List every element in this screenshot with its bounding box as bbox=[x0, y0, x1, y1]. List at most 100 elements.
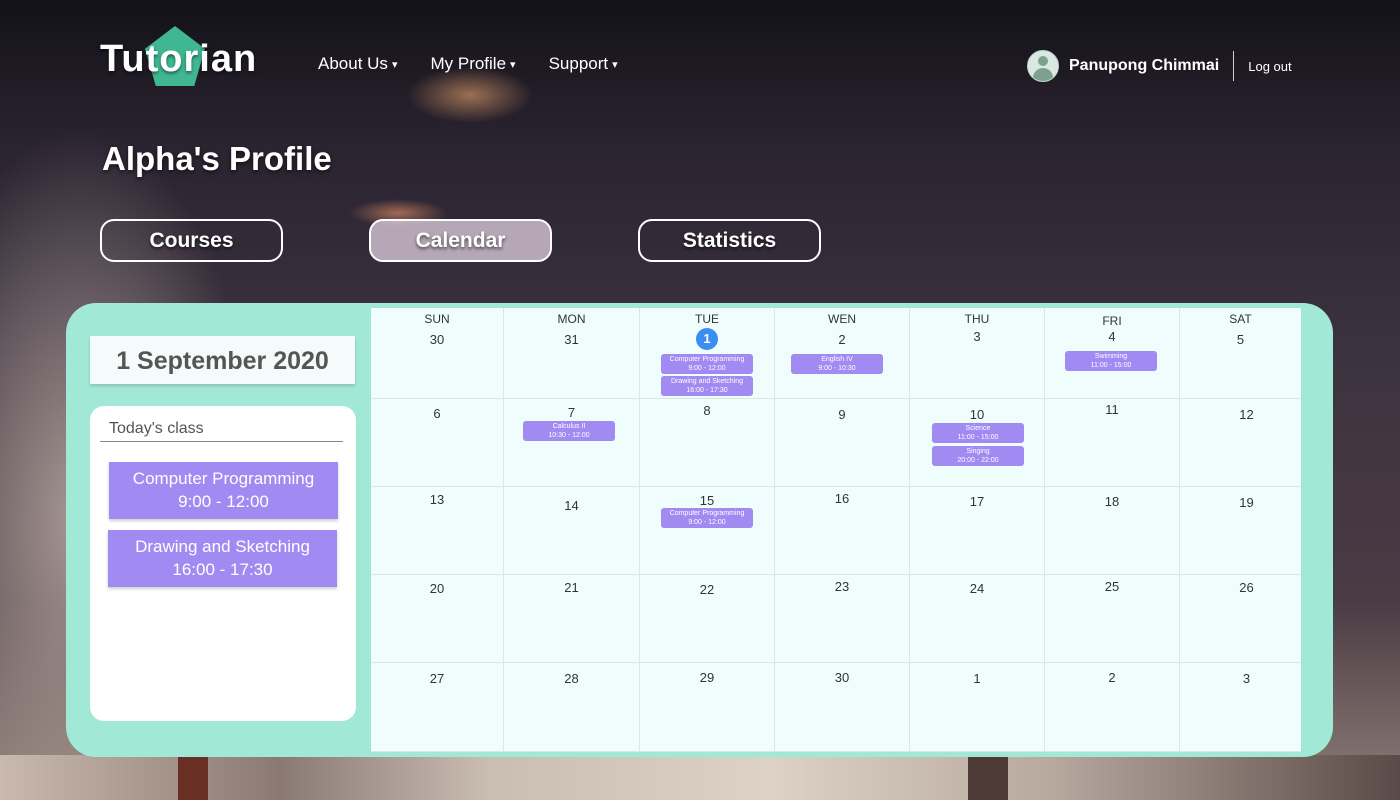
calendar-day[interactable]: 9 bbox=[775, 399, 910, 487]
calendar-day[interactable]: 27 bbox=[371, 663, 504, 752]
calendar-event[interactable]: English IV 9:00 - 10:30 bbox=[791, 354, 883, 374]
today-marker: 1 bbox=[696, 328, 718, 350]
tab-calendar[interactable]: Calendar bbox=[369, 219, 552, 262]
tab-courses[interactable]: Courses bbox=[100, 219, 283, 262]
today-class-item[interactable]: Computer Programming 9:00 - 12:00 bbox=[109, 462, 338, 519]
chevron-down-icon: ▾ bbox=[391, 58, 398, 71]
calendar-day[interactable]: 1 bbox=[910, 663, 1045, 752]
weekday-label: MON bbox=[557, 312, 586, 326]
calendar-day[interactable]: 11 bbox=[1045, 399, 1180, 487]
nav-my-profile-label: My Profile bbox=[430, 54, 507, 73]
avatar[interactable] bbox=[1027, 50, 1059, 82]
day-number: 6 bbox=[433, 406, 441, 421]
calendar-day[interactable]: SAT 5 bbox=[1180, 308, 1301, 399]
calendar-day[interactable]: 17 bbox=[910, 487, 1045, 575]
day-number: 21 bbox=[564, 580, 579, 595]
calendar-event[interactable]: Computer Programming 9:00 - 12:00 bbox=[661, 508, 753, 528]
calendar-grid: SUN 30 MON 31 TUE 1 Computer Programming… bbox=[371, 308, 1301, 752]
event-time: 9:00 - 12:00 bbox=[688, 365, 726, 372]
tab-statistics[interactable]: Statistics bbox=[638, 219, 821, 262]
day-number: 9 bbox=[838, 407, 846, 422]
today-class-item[interactable]: Drawing and Sketching 16:00 - 17:30 bbox=[108, 530, 337, 587]
day-number: 19 bbox=[1239, 495, 1254, 510]
avatar-user-icon-body bbox=[1033, 68, 1053, 81]
calendar-day[interactable]: 22 bbox=[640, 575, 775, 663]
today-class-name: Drawing and Sketching bbox=[135, 537, 310, 556]
calendar-day[interactable]: MON 31 bbox=[504, 308, 640, 399]
day-number: 2 bbox=[1108, 670, 1116, 685]
day-number: 18 bbox=[1104, 494, 1120, 509]
nav-support[interactable]: Support ▾ bbox=[549, 54, 618, 74]
calendar-day[interactable]: 20 bbox=[371, 575, 504, 663]
event-name: Swimming bbox=[1094, 353, 1128, 360]
day-number: 16 bbox=[834, 491, 850, 506]
weekday-label: WEN bbox=[828, 312, 856, 326]
calendar-day[interactable]: 12 bbox=[1180, 399, 1301, 487]
calendar-day[interactable]: 23 bbox=[775, 575, 910, 663]
calendar-day[interactable]: FRI 4 Swimming 11:00 - 15:00 bbox=[1045, 308, 1180, 399]
calendar-day[interactable]: 26 bbox=[1180, 575, 1301, 663]
calendar-day[interactable]: 21 bbox=[504, 575, 640, 663]
user-name[interactable]: Panupong Chimmai bbox=[1069, 57, 1219, 75]
day-number: 28 bbox=[564, 671, 579, 686]
calendar-day[interactable]: WEN 2 English IV 9:00 - 10:30 bbox=[775, 308, 910, 399]
today-class-name: Computer Programming bbox=[132, 469, 315, 488]
calendar-day[interactable]: 24 bbox=[910, 575, 1045, 663]
nav-about-us[interactable]: About Us ▾ bbox=[318, 54, 397, 74]
calendar-day[interactable]: 14 bbox=[504, 487, 640, 575]
todays-class-card: Today's class Computer Programming 9:00 … bbox=[90, 406, 356, 721]
selected-date: 1 September 2020 bbox=[90, 336, 355, 384]
calendar-day[interactable]: 3 bbox=[1180, 663, 1301, 752]
calendar-day[interactable]: SUN 30 bbox=[371, 308, 504, 399]
calendar-day[interactable]: 10 Science 11:00 - 15:00 Singing 20:00 -… bbox=[910, 399, 1045, 487]
calendar-day[interactable]: 8 bbox=[640, 399, 775, 487]
calendar-day[interactable]: 30 bbox=[775, 663, 910, 752]
day-number: 14 bbox=[564, 498, 579, 513]
day-number: 10 bbox=[969, 407, 985, 422]
day-number: 3 bbox=[1242, 671, 1251, 686]
event-name: Science bbox=[965, 425, 991, 432]
calendar-day[interactable]: 25 bbox=[1045, 575, 1180, 663]
calendar-day[interactable]: 13 bbox=[371, 487, 504, 575]
calendar-day[interactable]: 28 bbox=[504, 663, 640, 752]
calendar-event[interactable]: Drawing and Sketching 16:00 - 17:30 bbox=[661, 376, 753, 396]
logout-link[interactable]: Log out bbox=[1248, 59, 1291, 74]
event-name: Computer Programming bbox=[669, 356, 745, 363]
weekday-label: TUE bbox=[695, 312, 719, 326]
calendar-event[interactable]: Science 11:00 - 15:00 bbox=[932, 423, 1024, 443]
calendar-event[interactable]: Calculus II 10:30 - 12:00 bbox=[523, 421, 615, 441]
day-number: 4 bbox=[1108, 329, 1116, 344]
calendar-day-today[interactable]: TUE 1 Computer Programming 9:00 - 12:00 … bbox=[640, 308, 775, 399]
day-number: 12 bbox=[1239, 407, 1254, 422]
day-number: 25 bbox=[1104, 579, 1120, 594]
day-number: 2 bbox=[838, 332, 846, 347]
weekday-label: THU bbox=[964, 312, 990, 326]
event-name: Computer Programming bbox=[669, 510, 745, 517]
avatar-user-icon bbox=[1038, 56, 1048, 66]
calendar-event[interactable]: Swimming 11:00 - 15:00 bbox=[1065, 351, 1157, 371]
calendar-day[interactable]: 6 bbox=[371, 399, 504, 487]
event-name: Calculus II bbox=[552, 423, 586, 430]
calendar-day[interactable]: 15 Computer Programming 9:00 - 12:00 bbox=[640, 487, 775, 575]
day-number: 23 bbox=[834, 579, 850, 594]
page-title: Alpha's Profile bbox=[102, 140, 332, 177]
calendar-event[interactable]: Computer Programming 9:00 - 12:00 bbox=[661, 354, 753, 374]
calendar-day[interactable]: 2 bbox=[1045, 663, 1180, 752]
calendar-day[interactable]: 18 bbox=[1045, 487, 1180, 575]
logo-text: Tutorian bbox=[100, 38, 258, 80]
main-nav: About Us ▾ My Profile ▾ Support ▾ bbox=[318, 54, 651, 74]
calendar-day[interactable]: 7 Calculus II 10:30 - 12:00 bbox=[504, 399, 640, 487]
calendar-day[interactable]: 19 bbox=[1180, 487, 1301, 575]
today-class-time: 16:00 - 17:30 bbox=[172, 560, 273, 579]
nav-about-us-label: About Us bbox=[318, 54, 388, 73]
calendar-day[interactable]: THU 3 bbox=[910, 308, 1045, 399]
day-number: 17 bbox=[969, 494, 985, 509]
calendar-day[interactable]: 16 bbox=[775, 487, 910, 575]
nav-my-profile[interactable]: My Profile ▾ bbox=[430, 54, 515, 74]
event-time: 9:00 - 12:00 bbox=[688, 519, 726, 526]
tutorian-logo[interactable]: Tutorian bbox=[100, 22, 260, 92]
background-post bbox=[968, 755, 1008, 800]
calendar-day[interactable]: 29 bbox=[640, 663, 775, 752]
chevron-down-icon: ▾ bbox=[510, 58, 516, 71]
calendar-event[interactable]: Singing 20:00 - 22:00 bbox=[932, 446, 1024, 466]
